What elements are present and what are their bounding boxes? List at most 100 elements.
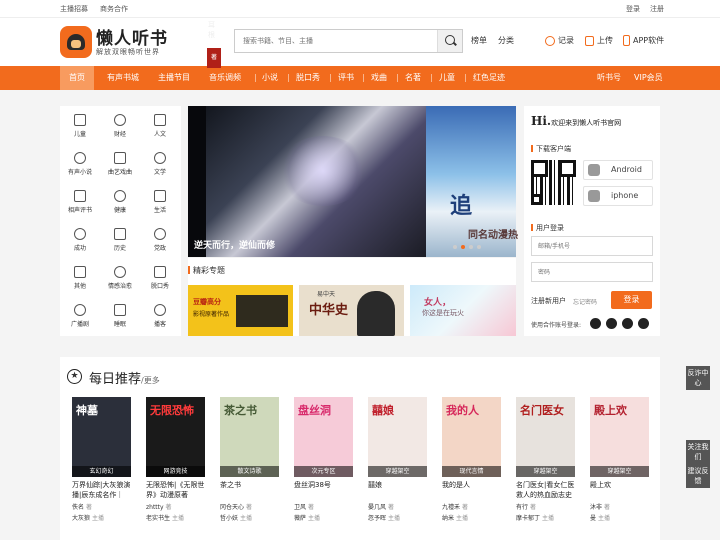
- nav-novel[interactable]: 小说: [262, 66, 278, 90]
- category-item[interactable]: 脱口秀: [140, 260, 180, 298]
- book-host[interactable]: 纳米 主播: [442, 513, 501, 522]
- logo-title[interactable]: 懒人听书: [96, 24, 168, 49]
- book-name[interactable]: 名门医女|看女仁医救人的热血励志史: [516, 480, 575, 500]
- book-author[interactable]: 晏几风 著: [368, 502, 427, 511]
- nav-audio-books[interactable]: 有声书城: [107, 66, 139, 90]
- business-link[interactable]: 商务合作: [100, 4, 128, 14]
- book-name[interactable]: 万界仙踪|大灰狼演播|辰东成名作｜动…: [72, 480, 131, 500]
- category-item[interactable]: 党政: [140, 222, 180, 260]
- book-host[interactable]: 薇萨 主播: [294, 513, 353, 522]
- banner-dot[interactable]: [453, 245, 457, 249]
- anti-fraud-button[interactable]: 反诈中心: [686, 366, 710, 390]
- book-author[interactable]: 佚名 著: [72, 502, 131, 511]
- qq-icon[interactable]: [622, 318, 633, 329]
- category-item[interactable]: 人文: [140, 108, 180, 146]
- category-link[interactable]: 分类: [498, 35, 514, 46]
- history-button[interactable]: 记录: [545, 35, 574, 46]
- featured-item-romance[interactable]: 女人， 你这是在玩火: [410, 285, 516, 336]
- book-card[interactable]: 殿上欢 穿越架空殿上欢沐非 著曼 主播: [590, 397, 649, 522]
- xiaomi-icon[interactable]: [638, 318, 649, 329]
- nav-red-footprint[interactable]: 红色足迹: [473, 66, 505, 90]
- book-card[interactable]: 神墓玄幻奇幻万界仙踪|大灰狼演播|辰东成名作｜动… 佚名 著大灰狼 主播: [72, 397, 131, 522]
- book-cover[interactable]: 盘丝洞 次元专区: [294, 397, 353, 477]
- book-host[interactable]: 忽予晖 主播: [368, 513, 427, 522]
- category-item[interactable]: 儿童: [60, 108, 100, 146]
- featured-item-douban[interactable]: 豆瓣高分 影视原著作品: [188, 285, 293, 336]
- logo-icon[interactable]: [60, 26, 92, 58]
- nav-children[interactable]: 儿童: [439, 66, 455, 90]
- book-name[interactable]: 无限恐怖|《无限世界》动漫原著: [146, 480, 205, 500]
- book-host[interactable]: 摩卡郁丁 主播: [516, 513, 575, 522]
- nav-music-fm[interactable]: 音乐调频: [209, 66, 241, 90]
- book-name[interactable]: 茶之书: [220, 480, 279, 500]
- weibo-icon[interactable]: [606, 318, 617, 329]
- nav-opera[interactable]: 戏曲: [371, 66, 387, 90]
- search-input[interactable]: [235, 30, 435, 52]
- book-card[interactable]: 名门医女 穿越架空名门医女|看女仁医救人的热血励志史有行 著摩卡郁丁 主播: [516, 397, 575, 522]
- book-card[interactable]: 盘丝洞 次元专区盘丝洞38号卫风 著薇萨 主播: [294, 397, 353, 522]
- book-card[interactable]: 茶之书 散文诗歌茶之书冈仓天心 著哲小妖 主播: [220, 397, 279, 522]
- book-name[interactable]: 盘丝洞38号: [294, 480, 353, 500]
- category-item[interactable]: 财经: [100, 108, 140, 146]
- book-name[interactable]: 囍娘: [368, 480, 427, 500]
- feedback-button[interactable]: 建议反馈: [686, 464, 710, 488]
- password-field[interactable]: [532, 263, 652, 282]
- book-card[interactable]: 我的人 现代言情 我的是人 九禮禾 著纳米 主播: [442, 397, 501, 522]
- login-button[interactable]: 登录: [611, 291, 652, 309]
- book-author[interactable]: 冈仓天心 著: [220, 502, 279, 511]
- wechat-icon[interactable]: [590, 318, 601, 329]
- iphone-download-button[interactable]: iphone: [583, 186, 653, 206]
- category-item[interactable]: 播客: [140, 298, 180, 336]
- category-item[interactable]: 其他: [60, 260, 100, 298]
- book-card[interactable]: 无限恐怖 网游竞技 无限恐怖|《无限世界》动漫原著 zhttty 著老实书生 主播: [146, 397, 205, 522]
- android-download-button[interactable]: Android: [583, 160, 653, 180]
- banner-dot[interactable]: [477, 245, 481, 249]
- category-item[interactable]: 健康: [100, 184, 140, 222]
- banner-dot[interactable]: [469, 245, 473, 249]
- category-item[interactable]: 有声小说: [60, 146, 100, 184]
- search-icon[interactable]: [437, 30, 462, 52]
- book-author[interactable]: 卫风 著: [294, 502, 353, 511]
- book-host[interactable]: 老实书生 主播: [146, 513, 205, 522]
- category-item[interactable]: 历史: [100, 222, 140, 260]
- category-item[interactable]: 成功: [60, 222, 100, 260]
- category-item[interactable]: 相声评书: [60, 184, 100, 222]
- nav-home[interactable]: 首页: [60, 66, 94, 90]
- anchor-recruit-link[interactable]: 主播招募: [60, 4, 88, 14]
- nav-classics[interactable]: 名著: [405, 66, 421, 90]
- category-item[interactable]: 生活: [140, 184, 180, 222]
- category-item[interactable]: 广播剧: [60, 298, 100, 336]
- category-item[interactable]: 睡眠: [100, 298, 140, 336]
- book-name[interactable]: 我的是人: [442, 480, 501, 500]
- category-item[interactable]: 文学: [140, 146, 180, 184]
- book-author[interactable]: 九禮禾 著: [442, 502, 501, 511]
- book-cover[interactable]: 囍娘 穿越架空: [368, 397, 427, 477]
- hero-banner[interactable]: 追: [188, 106, 516, 257]
- forgot-password-link[interactable]: 忘记密码: [573, 297, 597, 306]
- book-name[interactable]: 殿上欢: [590, 480, 649, 500]
- email-field[interactable]: [532, 237, 652, 256]
- category-item[interactable]: 情感治愈: [100, 260, 140, 298]
- rank-link[interactable]: 榜单: [471, 35, 487, 46]
- book-cover[interactable]: 名门医女 穿越架空: [516, 397, 575, 477]
- nav-talkshow[interactable]: 脱口秀: [296, 66, 320, 90]
- book-author[interactable]: 沐非 著: [590, 502, 649, 511]
- book-author[interactable]: 有行 著: [516, 502, 575, 511]
- book-cover[interactable]: 神墓 玄幻奇幻: [72, 397, 131, 477]
- nav-ting-id[interactable]: 听书号: [597, 66, 621, 90]
- book-cover[interactable]: 殿上欢 穿越架空: [590, 397, 649, 477]
- book-host[interactable]: 哲小妖 主播: [220, 513, 279, 522]
- nav-pingshu[interactable]: 评书: [338, 66, 354, 90]
- book-card[interactable]: 囍娘 穿越架空囍娘晏几风 著忽予晖 主播: [368, 397, 427, 522]
- app-download-button[interactable]: APP软件: [623, 35, 664, 46]
- book-cover[interactable]: 茶之书 散文诗歌: [220, 397, 279, 477]
- banner-dot-active[interactable]: [461, 245, 465, 249]
- featured-item-history[interactable]: 易中天 中华史: [299, 285, 404, 336]
- book-cover[interactable]: 无限恐怖 网游竞技: [146, 397, 205, 477]
- book-host[interactable]: 曼 主播: [590, 513, 649, 522]
- register-link[interactable]: 注册: [650, 4, 664, 14]
- book-host[interactable]: 大灰狼 主播: [72, 513, 131, 522]
- login-link[interactable]: 登录: [626, 4, 640, 14]
- follow-us-button[interactable]: 关注我们: [686, 440, 710, 464]
- upload-button[interactable]: 上传: [585, 35, 613, 46]
